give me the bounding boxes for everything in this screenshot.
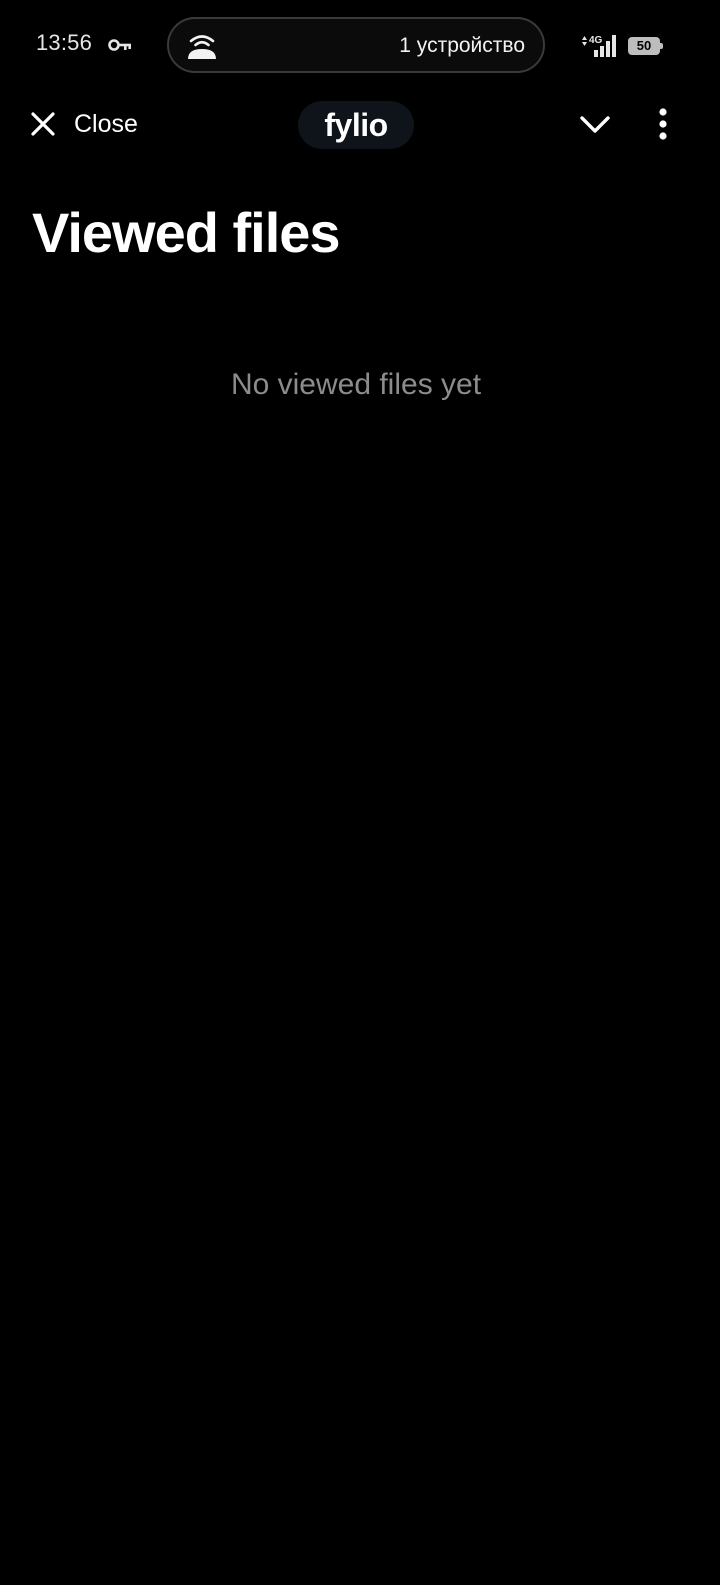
- signal-icon: 4G: [582, 35, 616, 57]
- status-bar: 13:56 1 устройство 4G 50: [0, 0, 720, 92]
- vpn-key-icon: [108, 39, 131, 51]
- battery-level: 50: [636, 38, 652, 53]
- brand-label: fylio: [324, 106, 388, 143]
- close-button[interactable]: Close: [28, 102, 138, 146]
- empty-state-message: No viewed files yet: [230, 368, 482, 401]
- status-time: 13:56: [36, 30, 93, 55]
- close-label: Close: [74, 109, 138, 138]
- battery-icon: 50: [628, 37, 663, 55]
- close-icon: [31, 112, 55, 136]
- page-title: Viewed files: [32, 201, 341, 264]
- connected-devices-pill[interactable]: 1 устройство: [167, 17, 545, 73]
- more-vertical-icon[interactable]: [648, 104, 678, 144]
- device-count-label: 1 устройство: [399, 34, 525, 57]
- network-type-label: 4G: [589, 35, 603, 46]
- device-share-icon: [188, 35, 216, 59]
- brand-logo: fylio: [298, 101, 414, 149]
- chevron-down-icon[interactable]: [577, 104, 613, 144]
